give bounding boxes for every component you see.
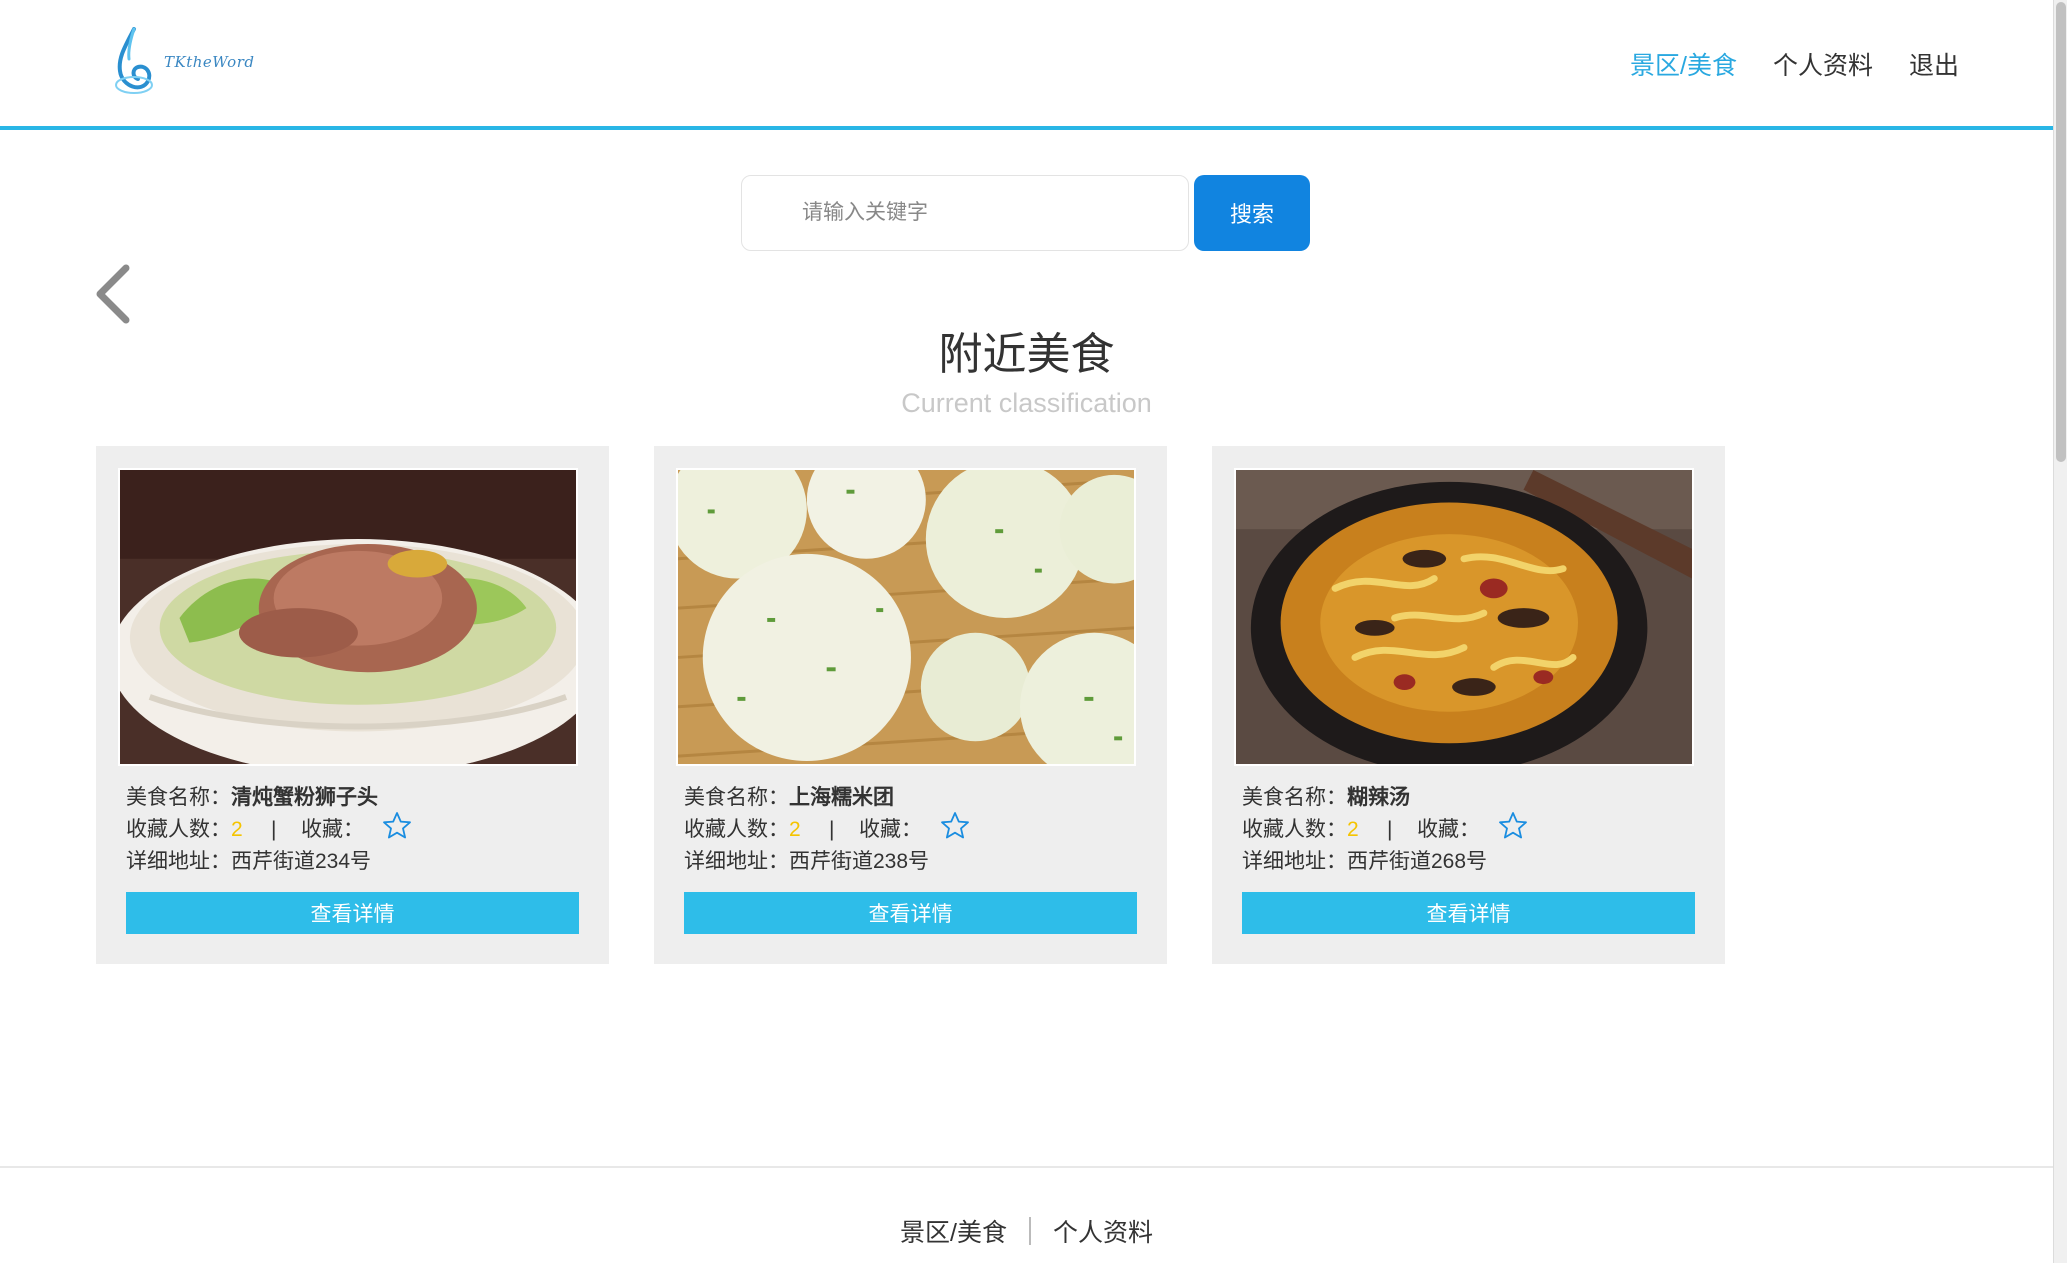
fav-count: 2 xyxy=(1347,818,1359,841)
food-info: 美食名称：糊辣汤 收藏人数：2 | 收藏： 详细地址：西芹街道268号 xyxy=(1242,782,1528,878)
footer-link-profile[interactable]: 个人资料 xyxy=(1053,1213,1153,1249)
info-separator: | xyxy=(1387,818,1393,841)
view-details-button[interactable]: 查看详情 xyxy=(684,892,1137,934)
address-label: 详细地址： xyxy=(1242,850,1347,873)
food-info: 美食名称：上海糯米团 收藏人数：2 | 收藏： 详细地址：西芹街道238号 xyxy=(684,782,970,878)
food-photo-rice-balls xyxy=(678,470,1134,764)
view-details-button[interactable]: 查看详情 xyxy=(126,892,579,934)
section-title: 附近美食 xyxy=(938,330,1115,379)
footer-links: 景区/美食 个人资料 xyxy=(0,1213,2053,1249)
food-info: 美食名称：清炖蟹粉狮子头 收藏人数：2 | 收藏： 详细地址：西芹街道234号 xyxy=(126,782,412,878)
address: 西芹街道238号 xyxy=(789,850,930,873)
food-image[interactable] xyxy=(676,468,1136,766)
food-name-label: 美食名称： xyxy=(684,786,789,809)
back-button[interactable] xyxy=(90,262,138,326)
page-scrollbar[interactable] xyxy=(2053,0,2067,1263)
food-photo-hot-sour-soup xyxy=(1236,470,1692,764)
info-separator: | xyxy=(829,818,835,841)
scrollbar-thumb[interactable] xyxy=(2056,2,2066,462)
logo[interactable]: TKtheWord xyxy=(112,24,272,100)
fav-label: 收藏： xyxy=(301,818,364,841)
fav-count-label: 收藏人数： xyxy=(126,818,231,841)
food-image[interactable] xyxy=(1234,468,1694,766)
star-outline-icon[interactable] xyxy=(1498,811,1528,841)
footer-divider xyxy=(1028,1217,1031,1245)
food-card: 美食名称：糊辣汤 收藏人数：2 | 收藏： 详细地址：西芹街道268号 查看详情 xyxy=(1212,446,1725,964)
main-nav: 景区/美食 个人资料 退出 xyxy=(1630,46,1959,86)
fav-count-label: 收藏人数： xyxy=(1242,818,1347,841)
food-photo-lion-head xyxy=(120,470,576,764)
footer-link-scenic-food[interactable]: 景区/美食 xyxy=(900,1213,1007,1249)
top-header: TKtheWord 景区/美食 个人资料 退出 xyxy=(0,0,2053,130)
fav-count: 2 xyxy=(231,818,243,841)
search-input[interactable] xyxy=(741,175,1189,251)
address-label: 详细地址： xyxy=(126,850,231,873)
star-outline-icon[interactable] xyxy=(382,811,412,841)
star-outline-icon[interactable] xyxy=(940,811,970,841)
section-subtitle: Current classification xyxy=(901,388,1152,418)
food-card: 美食名称：上海糯米团 收藏人数：2 | 收藏： 详细地址：西芹街道238号 查看详情 xyxy=(654,446,1167,964)
chevron-left-icon xyxy=(96,264,130,324)
food-image[interactable] xyxy=(118,468,578,766)
food-name: 上海糯米团 xyxy=(789,786,894,809)
info-separator: | xyxy=(271,818,277,841)
food-card: 美食名称：清炖蟹粉狮子头 收藏人数：2 | 收藏： 详细地址：西芹街道234号 查看… xyxy=(96,446,609,964)
fav-label: 收藏： xyxy=(1417,818,1480,841)
food-card-list: 美食名称：清炖蟹粉狮子头 收藏人数：2 | 收藏： 详细地址：西芹街道234号 查看… xyxy=(96,446,1725,964)
food-name: 清炖蟹粉狮子头 xyxy=(231,786,378,809)
nav-scenic-food[interactable]: 景区/美食 xyxy=(1630,46,1737,86)
address-label: 详细地址： xyxy=(684,850,789,873)
view-details-button[interactable]: 查看详情 xyxy=(1242,892,1695,934)
nav-profile[interactable]: 个人资料 xyxy=(1773,46,1873,86)
address: 西芹街道268号 xyxy=(1347,850,1488,873)
food-name-label: 美食名称： xyxy=(1242,786,1347,809)
fav-label: 收藏： xyxy=(859,818,922,841)
food-name-label: 美食名称： xyxy=(126,786,231,809)
search-bar: 搜索 xyxy=(741,175,1310,251)
footer: 景区/美食 个人资料 xyxy=(0,1166,2053,1263)
fav-count-label: 收藏人数： xyxy=(684,818,789,841)
logo-text: TKtheWord xyxy=(164,53,255,71)
fav-count: 2 xyxy=(789,818,801,841)
logo-icon xyxy=(115,27,153,94)
food-name: 糊辣汤 xyxy=(1347,786,1410,809)
address: 西芹街道234号 xyxy=(231,850,372,873)
nav-logout[interactable]: 退出 xyxy=(1909,46,1959,86)
search-button[interactable]: 搜索 xyxy=(1194,175,1310,251)
